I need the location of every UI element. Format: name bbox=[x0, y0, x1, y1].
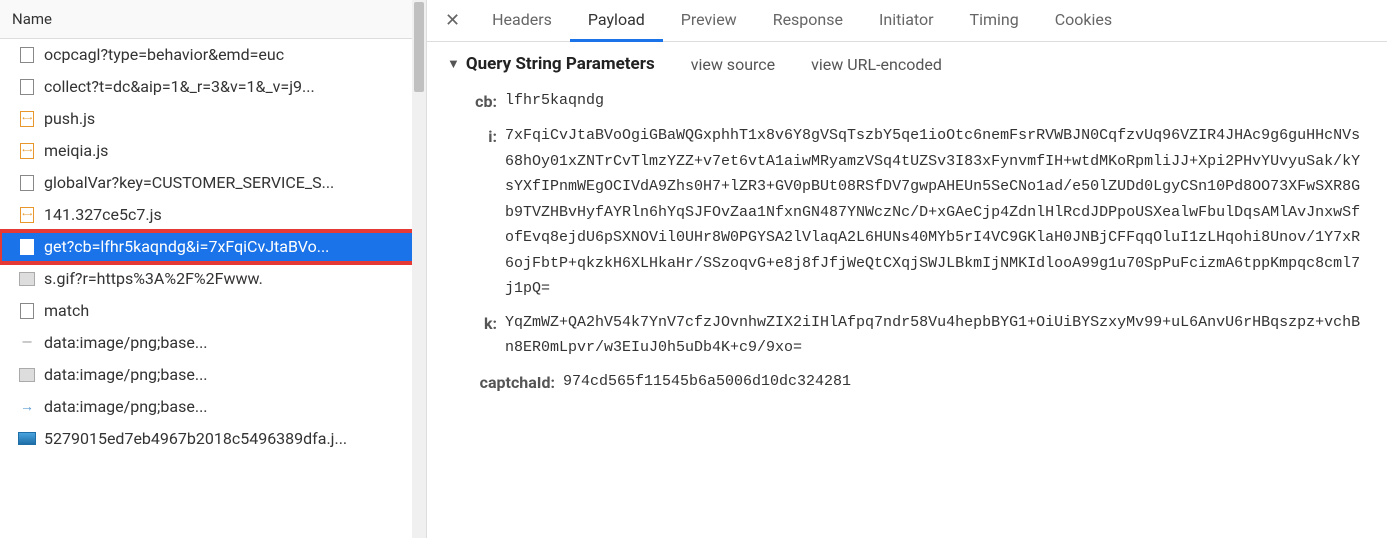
tab-timing[interactable]: Timing bbox=[952, 0, 1037, 42]
script-icon bbox=[18, 206, 36, 224]
request-item[interactable]: → data:image/png;base... bbox=[0, 391, 426, 423]
param-value[interactable]: 974cd565f11545b6a5006d10dc324281 bbox=[563, 369, 1367, 395]
document-icon bbox=[18, 174, 36, 192]
request-label: s.gif?r=https%3A%2F%2Fwww. bbox=[44, 269, 263, 288]
script-icon bbox=[18, 110, 36, 128]
tab-response[interactable]: Response bbox=[755, 0, 861, 42]
request-label: ocpcagl?type=behavior&emd=euc bbox=[44, 45, 284, 64]
tab-payload[interactable]: Payload bbox=[570, 0, 663, 42]
tab-initiator[interactable]: Initiator bbox=[861, 0, 952, 42]
name-column-header[interactable]: Name bbox=[0, 0, 426, 39]
param-value[interactable]: lfhr5kaqndg bbox=[505, 88, 1367, 114]
tabs-row: ✕ HeadersPayloadPreviewResponseInitiator… bbox=[427, 0, 1387, 42]
section-header: ▼ Query String Parameters view source vi… bbox=[447, 54, 1367, 74]
request-label: data:image/png;base... bbox=[44, 365, 208, 384]
request-label: data:image/png;base... bbox=[44, 333, 208, 352]
image-icon bbox=[18, 366, 36, 384]
document-icon bbox=[18, 46, 36, 64]
param-key: cb: bbox=[469, 88, 497, 115]
request-item[interactable]: match bbox=[0, 295, 426, 327]
request-item[interactable]: ocpcagl?type=behavior&emd=euc bbox=[0, 39, 426, 71]
request-label: push.js bbox=[44, 109, 95, 128]
request-list: ocpcagl?type=behavior&emd=euc collect?t=d… bbox=[0, 39, 426, 538]
request-item[interactable]: get?cb=lfhr5kaqndg&i=7xFqiCvJtaBVo... bbox=[0, 231, 426, 263]
request-item[interactable]: 5279015ed7eb4967b2018c5496389dfa.j... bbox=[0, 423, 426, 455]
document-icon bbox=[18, 78, 36, 96]
document-icon bbox=[18, 302, 36, 320]
param-row-captchaId: captchaId: 974cd565f11545b6a5006d10dc324… bbox=[469, 369, 1367, 396]
params-block: cb: lfhr5kaqndg i: 7xFqiCvJtaBVoOgiGBaWQ… bbox=[447, 88, 1367, 396]
request-label: 5279015ed7eb4967b2018c5496389dfa.j... bbox=[44, 429, 347, 448]
view-url-encoded-link[interactable]: view URL-encoded bbox=[811, 55, 942, 74]
request-list-panel: Name ocpcagl?type=behavior&emd=euc collec… bbox=[0, 0, 427, 538]
param-row-k: k: YqZmWZ+QA2hV54k7YnV7cfzJOvnhwZIX2iIHl… bbox=[469, 310, 1367, 361]
request-label: get?cb=lfhr5kaqndg&i=7xFqiCvJtaBVo... bbox=[44, 237, 329, 256]
section-title: Query String Parameters bbox=[466, 54, 655, 74]
data-icon: — bbox=[18, 334, 36, 352]
request-item[interactable]: s.gif?r=https%3A%2F%2Fwww. bbox=[0, 263, 426, 295]
param-key: i: bbox=[469, 123, 497, 150]
details-panel: ✕ HeadersPayloadPreviewResponseInitiator… bbox=[427, 0, 1387, 538]
request-label: data:image/png;base... bbox=[44, 397, 208, 416]
tab-headers[interactable]: Headers bbox=[474, 0, 570, 42]
scrollbar[interactable] bbox=[412, 0, 426, 538]
request-label: meiqia.js bbox=[44, 141, 108, 160]
request-item[interactable]: 141.327ce5c7.js bbox=[0, 199, 426, 231]
request-item[interactable]: push.js bbox=[0, 103, 426, 135]
payload-content: ▼ Query String Parameters view source vi… bbox=[427, 42, 1387, 538]
param-value[interactable]: 7xFqiCvJtaBVoOgiGBaWQGxphhT1x8v6Y8gVSqTs… bbox=[505, 123, 1367, 302]
redirect-icon: → bbox=[18, 398, 36, 416]
request-item[interactable]: collect?t=dc&aip=1&_r=3&v=1&_v=j9... bbox=[0, 71, 426, 103]
request-label: globalVar?key=CUSTOMER_SERVICE_S... bbox=[44, 173, 334, 192]
param-key: k: bbox=[469, 310, 497, 337]
scrollbar-thumb[interactable] bbox=[414, 2, 424, 92]
request-item[interactable]: meiqia.js bbox=[0, 135, 426, 167]
tab-preview[interactable]: Preview bbox=[663, 0, 755, 42]
param-row-i: i: 7xFqiCvJtaBVoOgiGBaWQGxphhT1x8v6Y8gVS… bbox=[469, 123, 1367, 302]
request-item[interactable]: data:image/png;base... bbox=[0, 359, 426, 391]
script-icon bbox=[18, 142, 36, 160]
request-label: 141.327ce5c7.js bbox=[44, 205, 162, 224]
param-value[interactable]: YqZmWZ+QA2hV54k7YnV7cfzJOvnhwZIX2iIHlAfp… bbox=[505, 310, 1367, 361]
request-label: collect?t=dc&aip=1&_r=3&v=1&_v=j9... bbox=[44, 77, 315, 96]
tab-cookies[interactable]: Cookies bbox=[1037, 0, 1130, 42]
request-label: match bbox=[44, 301, 89, 320]
param-key: captchaId: bbox=[469, 369, 555, 396]
request-item[interactable]: — data:image/png;base... bbox=[0, 327, 426, 359]
collapse-triangle-icon[interactable]: ▼ bbox=[447, 56, 460, 72]
view-source-link[interactable]: view source bbox=[691, 55, 775, 74]
image-icon bbox=[18, 270, 36, 288]
request-item[interactable]: globalVar?key=CUSTOMER_SERVICE_S... bbox=[0, 167, 426, 199]
close-icon[interactable]: ✕ bbox=[435, 6, 470, 35]
thumbnail-icon bbox=[18, 430, 36, 448]
fetch-icon bbox=[18, 238, 36, 256]
param-row-cb: cb: lfhr5kaqndg bbox=[469, 88, 1367, 115]
